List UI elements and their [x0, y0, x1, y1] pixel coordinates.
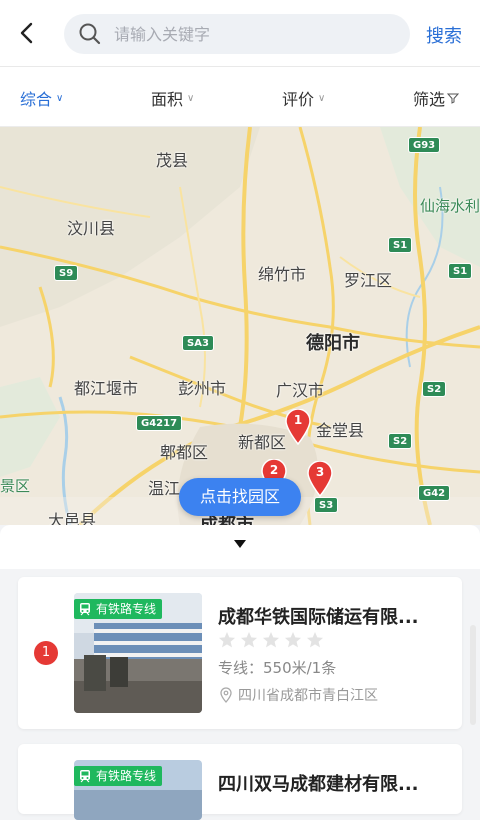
highway-shield: G93: [408, 137, 441, 153]
scrollbar[interactable]: [470, 625, 476, 725]
filter-label: 面积: [151, 90, 184, 109]
caret-down-icon: [234, 540, 246, 548]
city-label: 新都区: [238, 433, 287, 452]
star-icon: [307, 632, 323, 648]
city-label: 都江堰市: [74, 379, 139, 398]
star-icon: [219, 632, 235, 648]
map-background: [0, 127, 480, 525]
highway-shield: SA3: [182, 335, 214, 351]
railway-tag: 有铁路专线: [74, 599, 163, 619]
search-button[interactable]: 搜索: [426, 22, 462, 48]
highway-shield: S3: [314, 497, 339, 513]
listing-title: 成都华铁国际储运有限...: [218, 607, 419, 628]
listing-card[interactable]: 1 有铁路专线 成都华铁国际储运有限... 专线：550米/1条 四川省成都市青…: [18, 577, 462, 729]
search-icon: [79, 23, 101, 45]
tag-label: 有铁路专线: [96, 769, 157, 783]
filter-bar: 综合 ∨ 面积 ∨ 评价 ∨ 筛选: [0, 67, 480, 127]
highway-shield: S9: [54, 265, 79, 281]
find-park-button[interactable]: 点击找园区: [179, 478, 301, 516]
search-input[interactable]: [114, 21, 394, 47]
city-label: 广汉市: [276, 381, 325, 400]
filter-label: 综合: [20, 90, 53, 109]
rating-stars: [218, 631, 328, 649]
star-icon: [241, 632, 257, 648]
pin-number: 3: [315, 465, 325, 479]
search-box[interactable]: [64, 14, 410, 54]
chevron-down-icon: ∨: [187, 92, 195, 104]
sheet-handle[interactable]: [0, 525, 480, 569]
address: 四川省成都市青白江区: [218, 685, 378, 705]
pin-number: 2: [269, 463, 279, 477]
map-pin[interactable]: 1: [285, 409, 311, 445]
highway-shield: S2: [422, 381, 447, 397]
filter-rating[interactable]: 评价 ∨: [282, 86, 325, 110]
highway-shield: S1: [448, 263, 473, 279]
train-icon: [80, 603, 90, 616]
back-arrow-icon[interactable]: [12, 18, 42, 48]
tag-label: 有铁路专线: [96, 602, 157, 616]
chevron-down-icon: ∨: [56, 92, 64, 104]
city-label: 茂县: [156, 151, 189, 170]
highway-shield: S2: [388, 433, 413, 449]
highway-shield: S1: [388, 237, 413, 253]
highway-shield: G4217: [136, 415, 183, 431]
city-label: 德阳市: [306, 333, 360, 354]
map-pin[interactable]: 3: [307, 461, 333, 497]
city-label: 大邑县: [48, 511, 97, 525]
location-icon: [220, 687, 232, 703]
rail-line-info: 专线：550米/1条: [218, 659, 337, 677]
pin-number: 1: [293, 413, 303, 427]
map-view[interactable]: 茂县 汶川县 绵竹市 罗江区 德阳市 都江堰市 彭州市 广汉市 金堂县 新都区 …: [0, 127, 480, 525]
address-text: 四川省成都市青白江区: [238, 688, 378, 704]
filter-label: 筛选: [413, 90, 446, 109]
city-label: 仙海水利: [420, 197, 480, 215]
city-label: 景区: [0, 477, 31, 495]
top-bar: 搜索: [0, 0, 480, 66]
train-icon: [80, 770, 90, 783]
filter-label: 评价: [282, 90, 315, 109]
city-label: 汶川县: [67, 219, 116, 238]
city-label: 绵竹市: [258, 265, 307, 284]
city-label: 彭州市: [178, 379, 227, 398]
filter-area[interactable]: 面积 ∨: [151, 86, 194, 110]
funnel-icon: [447, 93, 460, 104]
city-label: 金堂县: [316, 421, 365, 440]
listing-card[interactable]: 有铁路专线 四川双马成都建材有限...: [18, 744, 462, 820]
star-icon: [285, 632, 301, 648]
city-label: 罗江区: [344, 271, 393, 290]
filter-screen[interactable]: 筛选: [413, 86, 460, 110]
listing-title: 四川双马成都建材有限...: [218, 774, 419, 795]
city-label: 郫都区: [160, 443, 209, 462]
listing-thumbnail: 有铁路专线: [74, 593, 202, 713]
chevron-down-icon: ∨: [318, 92, 326, 104]
rank-badge: 1: [34, 641, 58, 665]
railway-tag: 有铁路专线: [74, 766, 163, 786]
city-label: 温江: [148, 479, 181, 498]
listing-thumbnail: 有铁路专线: [74, 760, 202, 820]
filter-comprehensive[interactable]: 综合 ∨: [20, 86, 63, 110]
star-icon: [263, 632, 279, 648]
highway-shield: G42: [418, 485, 451, 501]
